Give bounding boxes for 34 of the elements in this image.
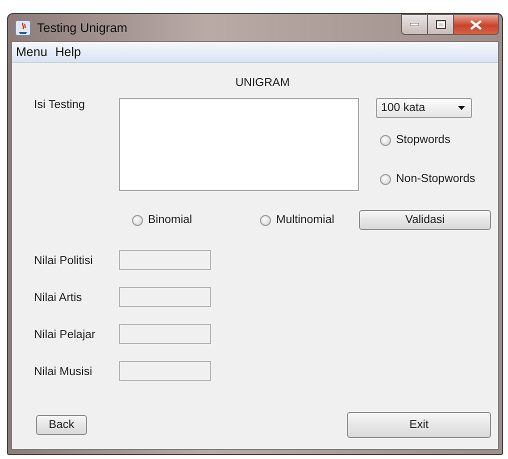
app-icon — [15, 20, 31, 36]
maximize-icon — [436, 20, 446, 29]
close-icon — [470, 20, 482, 30]
validate-button[interactable]: Validasi — [359, 210, 491, 230]
score-field[interactable] — [119, 287, 211, 307]
minimize-icon — [410, 23, 419, 26]
score-field[interactable] — [119, 324, 211, 344]
field-label: Isi Testing — [34, 98, 86, 113]
radio-button[interactable] — [260, 214, 272, 226]
radio-label[interactable]: Non-Stopwords — [396, 173, 476, 185]
menu-item[interactable]: Menu — [16, 45, 48, 59]
field-label: Nilai Pelajar — [34, 328, 96, 340]
radio-label[interactable]: Stopwords — [396, 134, 450, 146]
word-count-dropdown[interactable]: 100 kata — [376, 98, 472, 118]
score-field[interactable] — [119, 361, 211, 381]
radio-button[interactable] — [380, 174, 391, 184]
menu-item[interactable]: Help — [55, 45, 81, 59]
radio-label[interactable]: Binomial — [148, 214, 192, 226]
window-title: Testing Unigram — [37, 20, 128, 34]
field-label: Nilai Artis — [34, 290, 83, 304]
minimize-button[interactable] — [401, 14, 428, 35]
maximize-button[interactable] — [428, 14, 454, 35]
back-button[interactable]: Back — [36, 415, 87, 435]
caret-icon — [458, 106, 465, 110]
exit-button[interactable]: Exit — [347, 412, 491, 438]
text-area[interactable] — [119, 98, 359, 191]
radio-label[interactable]: Multinomial — [276, 214, 334, 226]
field-label: Nilai Musisi — [34, 364, 94, 378]
score-field[interactable] — [119, 250, 211, 270]
radio-button[interactable] — [380, 134, 391, 146]
field-label: Nilai Politisi — [34, 254, 94, 266]
radio-button[interactable] — [132, 214, 143, 226]
close-button[interactable] — [454, 14, 499, 35]
heading: UNIGRAM — [235, 76, 290, 91]
